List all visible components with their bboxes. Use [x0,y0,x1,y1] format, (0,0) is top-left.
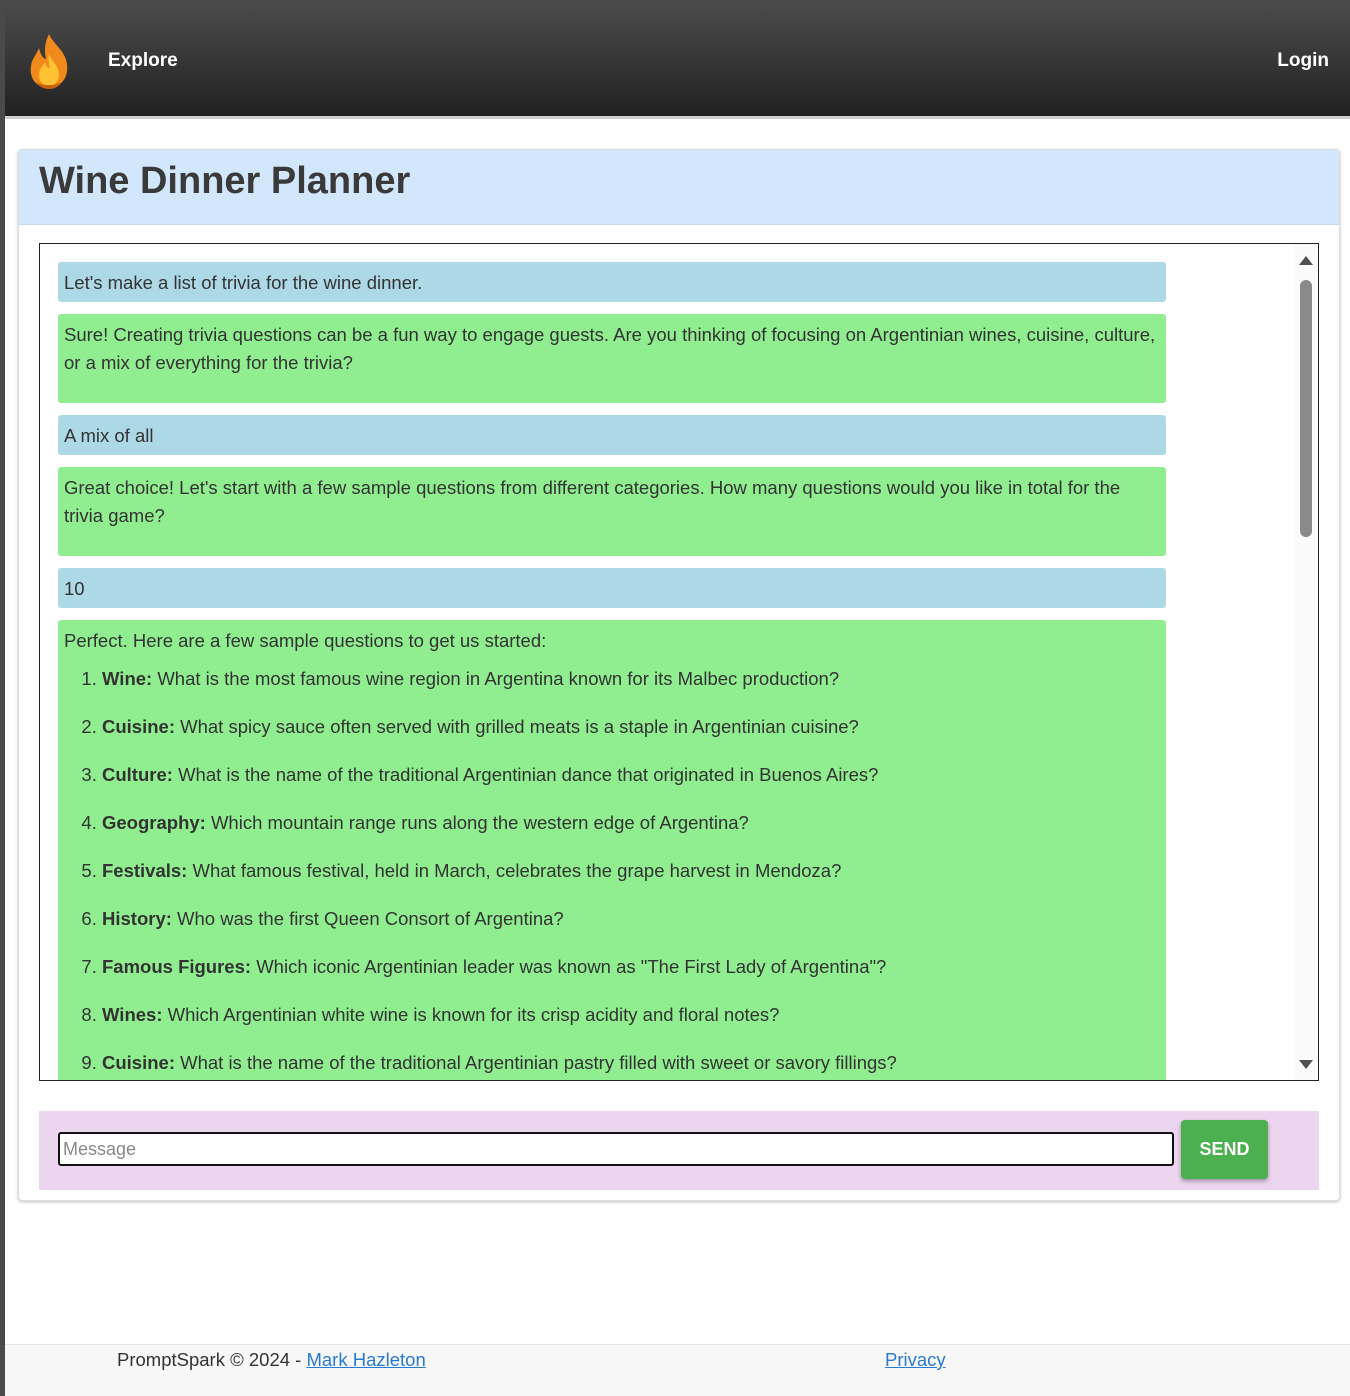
list-item: Culture: What is the name of the traditi… [102,761,1160,789]
flame-icon[interactable] [27,32,71,90]
trivia-question: Which mountain range runs along the west… [210,812,749,833]
card-header: Wine Dinner Planner [19,150,1339,225]
list-item: Festivals: What famous festival, held in… [102,857,1160,885]
trivia-question: What spicy sauce often served with grill… [180,716,859,737]
trivia-category: Cuisine: [102,1052,175,1073]
page: Explore Login Wine Dinner Planner Let's … [5,6,1350,1396]
trivia-category: Geography: [102,812,206,833]
trivia-list: Wine: What is the most famous wine regio… [64,665,1160,1077]
list-item: Cuisine: What is the name of the traditi… [102,1049,1160,1077]
message-text: A mix of all [64,425,154,446]
chat-scrollbar[interactable] [1294,244,1318,1080]
message-composer: SEND [39,1111,1319,1190]
trivia-question: Which Argentinian white wine is known fo… [167,1004,780,1025]
scroll-up-arrow-icon[interactable] [1299,256,1313,265]
message-text: Perfect. Here are a few sample questions… [64,630,547,651]
list-item: Cuisine: What spicy sauce often served w… [102,713,1160,741]
list-item: Wine: What is the most famous wine regio… [102,665,1160,693]
trivia-question: What famous festival, held in March, cel… [192,860,842,881]
list-item: History: Who was the first Queen Consort… [102,905,1160,933]
nav-login-link[interactable]: Login [1277,50,1329,72]
scrollbar-thumb[interactable] [1300,280,1312,537]
chat-card: Wine Dinner Planner Let's make a list of… [18,149,1340,1201]
list-item: Famous Figures: Which iconic Argentinian… [102,953,1160,981]
trivia-question: What is the name of the traditional Arge… [178,764,879,785]
user-message: 10 [58,568,1166,608]
trivia-category: Famous Figures: [102,956,252,977]
send-button[interactable]: SEND [1181,1120,1268,1179]
trivia-category: Wines: [102,1004,163,1025]
trivia-question: Which iconic Argentinian leader was know… [256,956,887,977]
page-title: Wine Dinner Planner [39,160,411,202]
trivia-category: Cuisine: [102,716,175,737]
user-message: A mix of all [58,415,1166,455]
trivia-question: What is the name of the traditional Arge… [180,1052,897,1073]
copyright-text: PromptSpark © 2024 - [117,1349,307,1370]
footer-copyright: PromptSpark © 2024 - Mark Hazleton [117,1349,426,1371]
scroll-down-arrow-icon[interactable] [1299,1060,1313,1069]
message-input[interactable] [58,1132,1174,1166]
trivia-category: Festivals: [102,860,188,881]
list-item: Wines: Which Argentinian white wine is k… [102,1001,1160,1029]
message-text: 10 [64,578,85,599]
assistant-message: Sure! Creating trivia questions can be a… [58,314,1166,403]
trivia-category: History: [102,908,172,929]
trivia-category: Wine: [102,668,153,689]
user-message: Let's make a list of trivia for the wine… [58,262,1166,302]
list-item: Geography: Which mountain range runs alo… [102,809,1160,837]
nav-explore-link[interactable]: Explore [108,50,178,72]
assistant-message: Perfect. Here are a few sample questions… [58,620,1166,1080]
footer: PromptSpark © 2024 - Mark Hazleton Priva… [5,1344,1350,1396]
trivia-question: Who was the first Queen Consort of Argen… [177,908,564,929]
trivia-category: Culture: [102,764,173,785]
trivia-question: What is the most famous wine region in A… [157,668,840,689]
chat-history[interactable]: Let's make a list of trivia for the wine… [39,243,1319,1081]
message-text: Let's make a list of trivia for the wine… [64,272,423,293]
assistant-message: Great choice! Let's start with a few sam… [58,467,1166,556]
author-link[interactable]: Mark Hazleton [306,1349,425,1370]
message-text: Sure! Creating trivia questions can be a… [64,324,1156,373]
message-text: Great choice! Let's start with a few sam… [64,477,1121,526]
message-list: Let's make a list of trivia for the wine… [58,262,1166,1080]
top-navbar: Explore Login [5,6,1350,119]
privacy-link[interactable]: Privacy [885,1349,946,1371]
